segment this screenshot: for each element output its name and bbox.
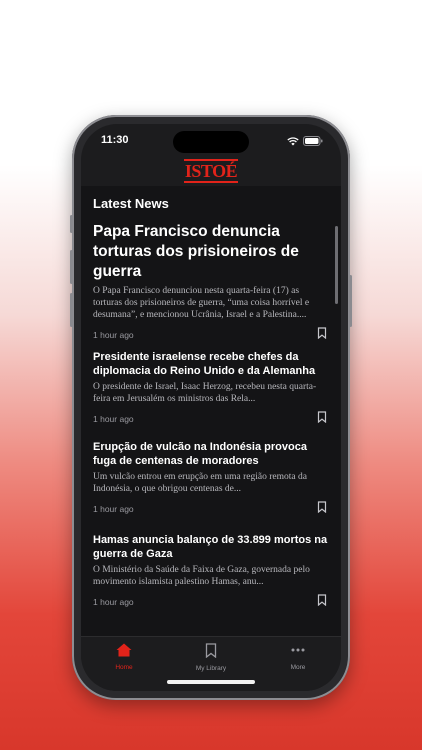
article-time: 1 hour ago: [93, 597, 134, 607]
article-card[interactable]: Hamas anuncia balanço de 33.899 mortos n…: [93, 533, 329, 610]
istoe-logo: ISTOÉ: [183, 159, 239, 183]
bookmark-icon[interactable]: [317, 501, 327, 513]
article-excerpt: O Papa Francisco denunciou nesta quarta-…: [93, 286, 310, 320]
tab-my-library[interactable]: My Library: [176, 643, 246, 672]
app-screen: 11:30 ISTOÉ Latest News Papa Francisco d…: [81, 124, 341, 691]
article-meta: 1 hour ago: [93, 327, 329, 343]
article-title[interactable]: Papa Francisco denuncia torturas dos pri…: [93, 222, 329, 282]
action-button: [70, 215, 73, 233]
article-time: 1 hour ago: [93, 414, 134, 424]
section-title: Latest News: [93, 196, 169, 211]
home-icon: [116, 643, 132, 657]
volume-up-button: [70, 250, 73, 284]
app-header: ISTOÉ: [81, 159, 341, 183]
phone-frame: 11:30 ISTOÉ Latest News Papa Francisco d…: [70, 115, 352, 700]
article-excerpt: Um vulcão entrou em erupção em uma regiã…: [93, 472, 307, 494]
volume-down-button: [70, 293, 73, 327]
tab-more[interactable]: More: [263, 643, 333, 671]
article-meta: 1 hour ago: [93, 594, 329, 610]
bookmark-icon[interactable]: [317, 594, 327, 606]
article-title[interactable]: Presidente israelense recebe chefes da d…: [93, 350, 329, 378]
article-excerpt: O Ministério da Saúde da Faixa de Gaza, …: [93, 565, 310, 587]
tab-label: More: [290, 664, 306, 671]
more-icon: [291, 648, 305, 652]
status-icons: [287, 136, 323, 146]
article-card[interactable]: Presidente israelense recebe chefes da d…: [93, 350, 329, 427]
tab-label: My Library: [195, 665, 227, 672]
tab-home[interactable]: Home: [89, 643, 159, 671]
news-feed[interactable]: Latest News Papa Francisco denuncia tort…: [81, 186, 341, 636]
wifi-icon: [287, 136, 299, 145]
article-time: 1 hour ago: [93, 504, 134, 514]
article-excerpt: O presidente de Israel, Isaac Herzog, re…: [93, 382, 317, 404]
bookmark-icon[interactable]: [317, 411, 327, 423]
battery-icon: [303, 136, 323, 146]
tab-label: Home: [115, 664, 133, 671]
status-time: 11:30: [101, 134, 129, 146]
bookmark-icon: [205, 643, 217, 659]
bookmark-icon[interactable]: [317, 327, 327, 339]
power-button: [349, 275, 352, 327]
article-title[interactable]: Erupção de vulcão na Indonésia provoca f…: [93, 440, 329, 468]
scrollbar[interactable]: [335, 226, 338, 304]
article-card[interactable]: Papa Francisco denuncia torturas dos pri…: [93, 222, 329, 343]
article-meta: 1 hour ago: [93, 411, 329, 427]
article-title[interactable]: Hamas anuncia balanço de 33.899 mortos n…: [93, 533, 329, 561]
dynamic-island: [173, 131, 249, 153]
article-card[interactable]: Erupção de vulcão na Indonésia provoca f…: [93, 440, 329, 517]
article-time: 1 hour ago: [93, 330, 134, 340]
home-indicator[interactable]: [167, 680, 255, 684]
article-meta: 1 hour ago: [93, 501, 329, 517]
status-bar: 11:30: [81, 124, 341, 160]
